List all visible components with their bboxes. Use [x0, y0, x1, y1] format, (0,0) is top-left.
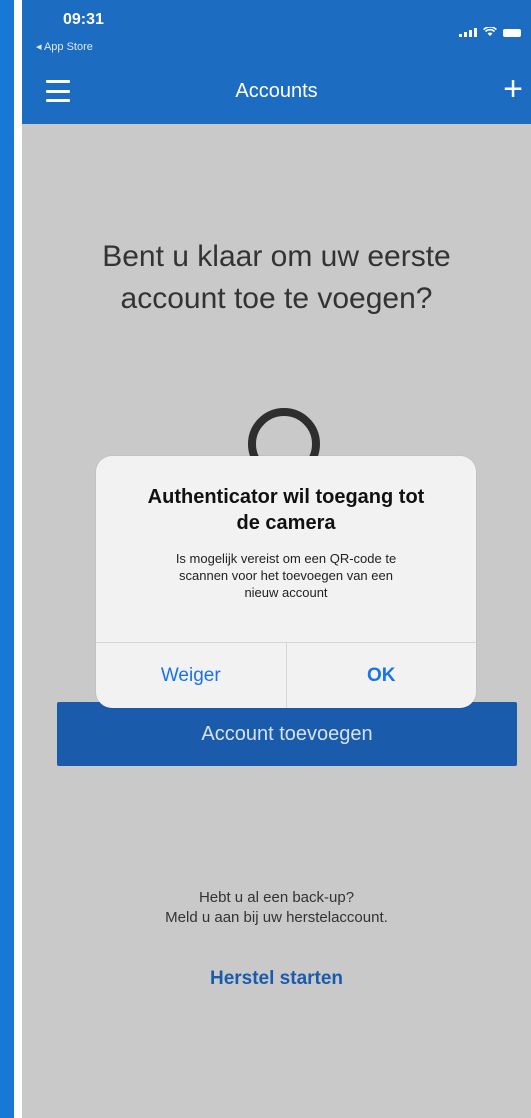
start-restore-link[interactable]: Herstel starten	[22, 968, 531, 990]
dialog-actions: Weiger OK	[96, 642, 476, 708]
deny-button[interactable]: Weiger	[96, 643, 286, 708]
ok-button[interactable]: OK	[285, 643, 477, 708]
dialog-title-line-1: Authenticator wil toegang tot	[147, 486, 425, 508]
page-title: Accounts	[235, 80, 318, 102]
backup-prompt: Hebt u al een back-up? Meld u aan bij uw…	[22, 888, 531, 928]
backup-line-1: Hebt u al een back-up?	[198, 889, 355, 906]
status-time: 09:31	[63, 11, 104, 28]
dialog-title: Authenticator wil toegang tot de camera	[110, 484, 462, 536]
dialog-message-line-1: Is mogelijk vereist om een QR-code te	[175, 551, 397, 566]
status-icons	[459, 27, 521, 37]
dialog-message-line-3: nieuw account	[244, 585, 328, 600]
app-header: 09:31 ◂ App Store Accounts +	[22, 0, 531, 124]
empty-state-headline: Bent u klaar om uw eerste account toe te…	[22, 236, 531, 320]
dialog-title-line-2: de camera	[236, 512, 336, 534]
add-account-plus-icon[interactable]: +	[503, 72, 523, 106]
signal-icon	[459, 28, 477, 37]
add-account-button[interactable]: Account toevoegen	[57, 702, 517, 766]
battery-icon	[503, 29, 521, 37]
back-to-app-store-link[interactable]: ◂ App Store	[36, 40, 93, 53]
wifi-icon	[483, 27, 497, 36]
backup-line-2: Meld u aan bij uw herstelaccount.	[165, 909, 388, 926]
left-edge-bar	[0, 0, 14, 1118]
phone-screen: 09:31 ◂ App Store Accounts + Bent u klaa…	[22, 0, 531, 1118]
dialog-message: Is mogelijk vereist om een QR-code te sc…	[126, 550, 446, 601]
headline-line-1: Bent u klaar om uw eerste	[102, 240, 451, 273]
dialog-message-line-2: scannen voor het toevoegen van een	[179, 568, 393, 583]
headline-line-2: account toe te voegen?	[120, 282, 433, 315]
camera-permission-dialog: Authenticator wil toegang tot de camera …	[96, 456, 476, 708]
